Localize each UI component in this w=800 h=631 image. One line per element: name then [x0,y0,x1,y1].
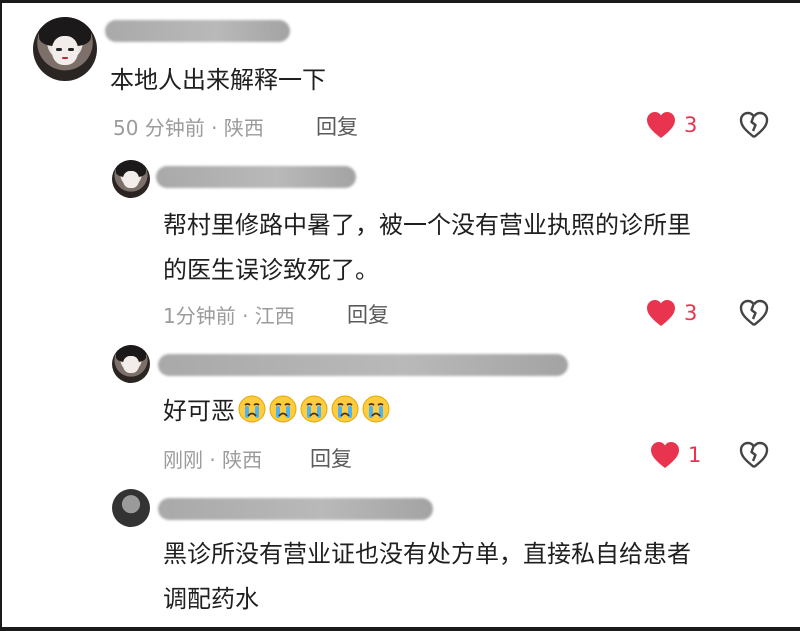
comment-meta: 刚刚 · 陕西 [163,448,263,472]
username-redacted[interactable] [158,498,433,520]
avatar[interactable] [112,345,150,383]
like-count: 3 [684,301,698,325]
comment-meta: 1分钟前 · 江西 [163,304,295,328]
heart-filled-icon [651,442,679,468]
broken-heart-icon [739,441,769,468]
reply-button[interactable]: 回复 [310,443,352,473]
heart-filled-icon [647,300,675,326]
comment-meta: 50 分钟前 · 陕西 [113,116,264,140]
broken-heart-icon [739,299,769,326]
comment-3: 好可恶 刚刚 · 陕西 回复 1 [0,340,800,485]
username-redacted[interactable] [158,354,568,376]
avatar[interactable] [33,17,97,81]
comment-text-line2: 的医生误诊致死了。 [163,256,379,284]
reply-button[interactable]: 回复 [347,299,389,329]
crying-face-icon [331,395,359,423]
crying-face-icon [238,395,266,423]
like-button[interactable]: 3 [646,299,697,327]
comment-2: 帮村里修路中暑了，被一个没有营业执照的诊所里 的医生误诊致死了。 1分钟前 · … [0,150,800,340]
comment-text-line1: 黑诊所没有营业证也没有处方单，直接私自给患者 [163,540,691,568]
dislike-button[interactable] [739,111,769,143]
broken-heart-icon [739,111,769,138]
crying-face-icon [269,395,297,423]
username-redacted[interactable] [156,166,356,188]
comment-text-value: 好可恶 [163,397,235,425]
crying-face-icon [300,395,328,423]
avatar[interactable] [112,160,150,198]
avatar[interactable] [112,489,150,527]
like-count: 3 [684,113,698,137]
like-button[interactable]: 3 [646,111,697,139]
like-count: 1 [688,443,702,467]
reply-button[interactable]: 回复 [316,111,358,141]
comment-text: 好可恶 [163,392,390,430]
emoji-row [235,395,390,425]
comment-text-line1: 帮村里修路中暑了，被一个没有营业执照的诊所里 [163,211,691,239]
username-redacted[interactable] [105,20,290,42]
comment-1: 本地人出来解释一下 50 分钟前 · 陕西 回复 3 [0,0,800,150]
comment-text: 本地人出来解释一下 [110,66,326,94]
dislike-button[interactable] [739,299,769,331]
dislike-button[interactable] [739,441,769,473]
crying-face-icon [362,395,390,423]
like-button[interactable]: 1 [650,441,701,469]
comment-text-line2: 调配药水 [163,585,259,613]
heart-filled-icon [647,112,675,138]
comment-4: 黑诊所没有营业证也没有处方单，直接私自给患者 调配药水 [0,485,800,631]
